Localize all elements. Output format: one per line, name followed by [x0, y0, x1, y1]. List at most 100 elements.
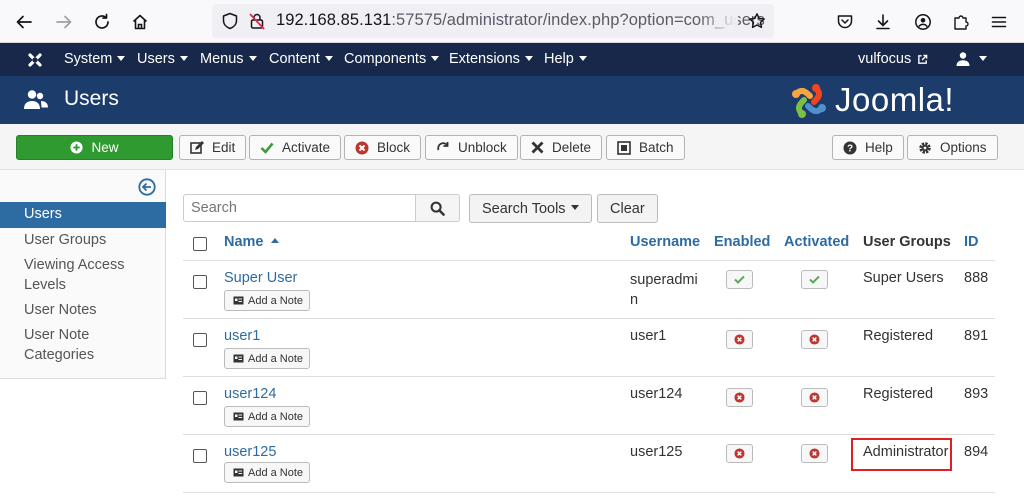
search-button[interactable] — [415, 194, 460, 222]
nav-users[interactable]: Users — [137, 51, 188, 67]
username-line-1: superadmi — [630, 272, 698, 288]
joomla-small-logo-icon[interactable] — [25, 50, 45, 70]
user-groups-cell: Registered — [863, 386, 934, 402]
unblock-button-label: Unblock — [458, 140, 507, 155]
new-button[interactable]: New — [16, 135, 173, 160]
edit-button[interactable]: Edit — [179, 135, 247, 160]
help-button[interactable]: ? Help — [832, 135, 904, 160]
shield-icon[interactable] — [221, 12, 239, 30]
page-header: Users Joomla! — [0, 76, 1024, 124]
check-icon — [809, 275, 820, 284]
joomla-logo — [788, 80, 830, 122]
activated-toggle[interactable] — [801, 330, 828, 349]
x-circle-icon — [734, 448, 745, 459]
x-circle-icon — [734, 334, 745, 345]
add-note-button[interactable]: Add a Note — [224, 348, 311, 369]
sidebar-item-label: User Notes — [24, 302, 97, 318]
activated-toggle[interactable] — [801, 270, 828, 289]
nav-extensions[interactable]: Extensions — [449, 51, 533, 67]
select-all-checkbox[interactable] — [193, 237, 207, 251]
nav-components-label: Components — [344, 51, 427, 67]
add-note-label: Add a Note — [248, 410, 304, 423]
unblock-button[interactable]: Unblock — [425, 135, 518, 160]
sidebar-item-user-note-categories[interactable]: User Note Categories — [0, 326, 166, 365]
row-checkbox[interactable] — [193, 333, 207, 347]
check-icon — [734, 275, 745, 284]
row-checkbox[interactable] — [193, 449, 207, 463]
user-name-link[interactable]: user1 — [224, 328, 260, 344]
id-cell: 891 — [964, 328, 989, 344]
downloads-icon[interactable] — [871, 10, 895, 34]
delete-button[interactable]: Delete — [520, 135, 603, 160]
user-groups-cell: Super Users — [863, 270, 944, 286]
sidebar-item-users[interactable]: Users — [0, 202, 166, 228]
activated-toggle[interactable] — [801, 444, 828, 463]
nav-components[interactable]: Components — [344, 51, 440, 67]
insecure-lock-icon[interactable] — [248, 12, 266, 30]
nav-help[interactable]: Help — [544, 51, 587, 67]
nav-users-label: Users — [137, 51, 175, 67]
enabled-toggle[interactable] — [726, 388, 753, 407]
clear-button-label: Clear — [610, 200, 645, 217]
activate-button[interactable]: Activate — [249, 135, 342, 160]
pocket-icon[interactable] — [833, 10, 857, 34]
block-button[interactable]: Block — [344, 135, 422, 160]
search-tools-button[interactable]: Search Tools — [469, 194, 592, 223]
batch-button[interactable]: Batch — [606, 135, 685, 160]
home-icon — [132, 14, 148, 30]
add-note-button[interactable]: Add a Note — [224, 290, 311, 311]
activated-toggle[interactable] — [801, 388, 828, 407]
username-cell: superadmi n — [630, 270, 698, 310]
home-button[interactable] — [128, 10, 152, 34]
url-bar[interactable]: 192.168.85.131:57575/administrator/index… — [212, 4, 774, 38]
nav-system[interactable]: System — [64, 51, 126, 67]
batch-button-label: Batch — [639, 140, 674, 155]
add-note-button[interactable]: Add a Note — [224, 406, 311, 427]
column-header-name-label: Name — [224, 234, 264, 250]
collapse-sidebar-button[interactable] — [138, 178, 156, 196]
reload-button[interactable] — [90, 10, 114, 34]
block-button-label: Block — [377, 140, 411, 155]
forward-button[interactable] — [52, 10, 76, 34]
column-header-username[interactable]: Username — [630, 234, 700, 250]
row-checkbox[interactable] — [193, 391, 207, 405]
account-icon[interactable] — [911, 10, 935, 34]
column-header-enabled[interactable]: Enabled — [714, 234, 770, 250]
nav-content[interactable]: Content — [269, 51, 333, 67]
bookmark-star-icon[interactable] — [748, 12, 766, 30]
sidebar-item-user-groups[interactable]: User Groups — [0, 231, 166, 251]
column-header-id[interactable]: ID — [964, 234, 979, 250]
sidebar-item-label: User Note Categories — [24, 327, 95, 363]
column-header-activated[interactable]: Activated — [784, 234, 849, 250]
enabled-toggle[interactable] — [726, 444, 753, 463]
user-menu[interactable] — [955, 51, 987, 67]
note-card-icon — [233, 354, 244, 363]
clear-button[interactable]: Clear — [597, 194, 658, 223]
options-button[interactable]: Options — [907, 135, 998, 160]
nav-menus[interactable]: Menus — [200, 51, 257, 67]
user-name-link[interactable]: Super User — [224, 270, 297, 286]
user-groups-cell: Registered — [863, 328, 934, 344]
add-note-button[interactable]: Add a Note — [224, 462, 311, 483]
username-cell: user125 — [630, 444, 683, 460]
sidebar-item-user-notes[interactable]: User Notes — [0, 301, 166, 321]
extensions-icon[interactable] — [949, 10, 973, 34]
sidebar-item-viewing-access-levels[interactable]: Viewing Access Levels — [0, 256, 166, 295]
reload-icon — [95, 13, 109, 29]
back-button[interactable] — [12, 10, 36, 34]
user-name-link[interactable]: user124 — [224, 386, 276, 402]
enabled-toggle[interactable] — [726, 270, 753, 289]
search-input[interactable] — [183, 194, 416, 222]
url-fade — [698, 6, 738, 36]
gear-icon — [918, 141, 932, 155]
row-checkbox[interactable] — [193, 275, 207, 289]
id-cell: 894 — [964, 444, 989, 460]
enabled-toggle[interactable] — [726, 330, 753, 349]
user-name-link[interactable]: user125 — [224, 444, 276, 460]
edit-button-label: Edit — [212, 140, 236, 155]
nav-content-label: Content — [269, 51, 320, 67]
menu-icon[interactable] — [987, 10, 1011, 34]
view-site-link[interactable]: vulfocus — [858, 51, 928, 67]
table-row: Super User Add a Note superadmi n Super U… — [183, 261, 995, 319]
column-header-name[interactable]: Name — [224, 234, 279, 250]
